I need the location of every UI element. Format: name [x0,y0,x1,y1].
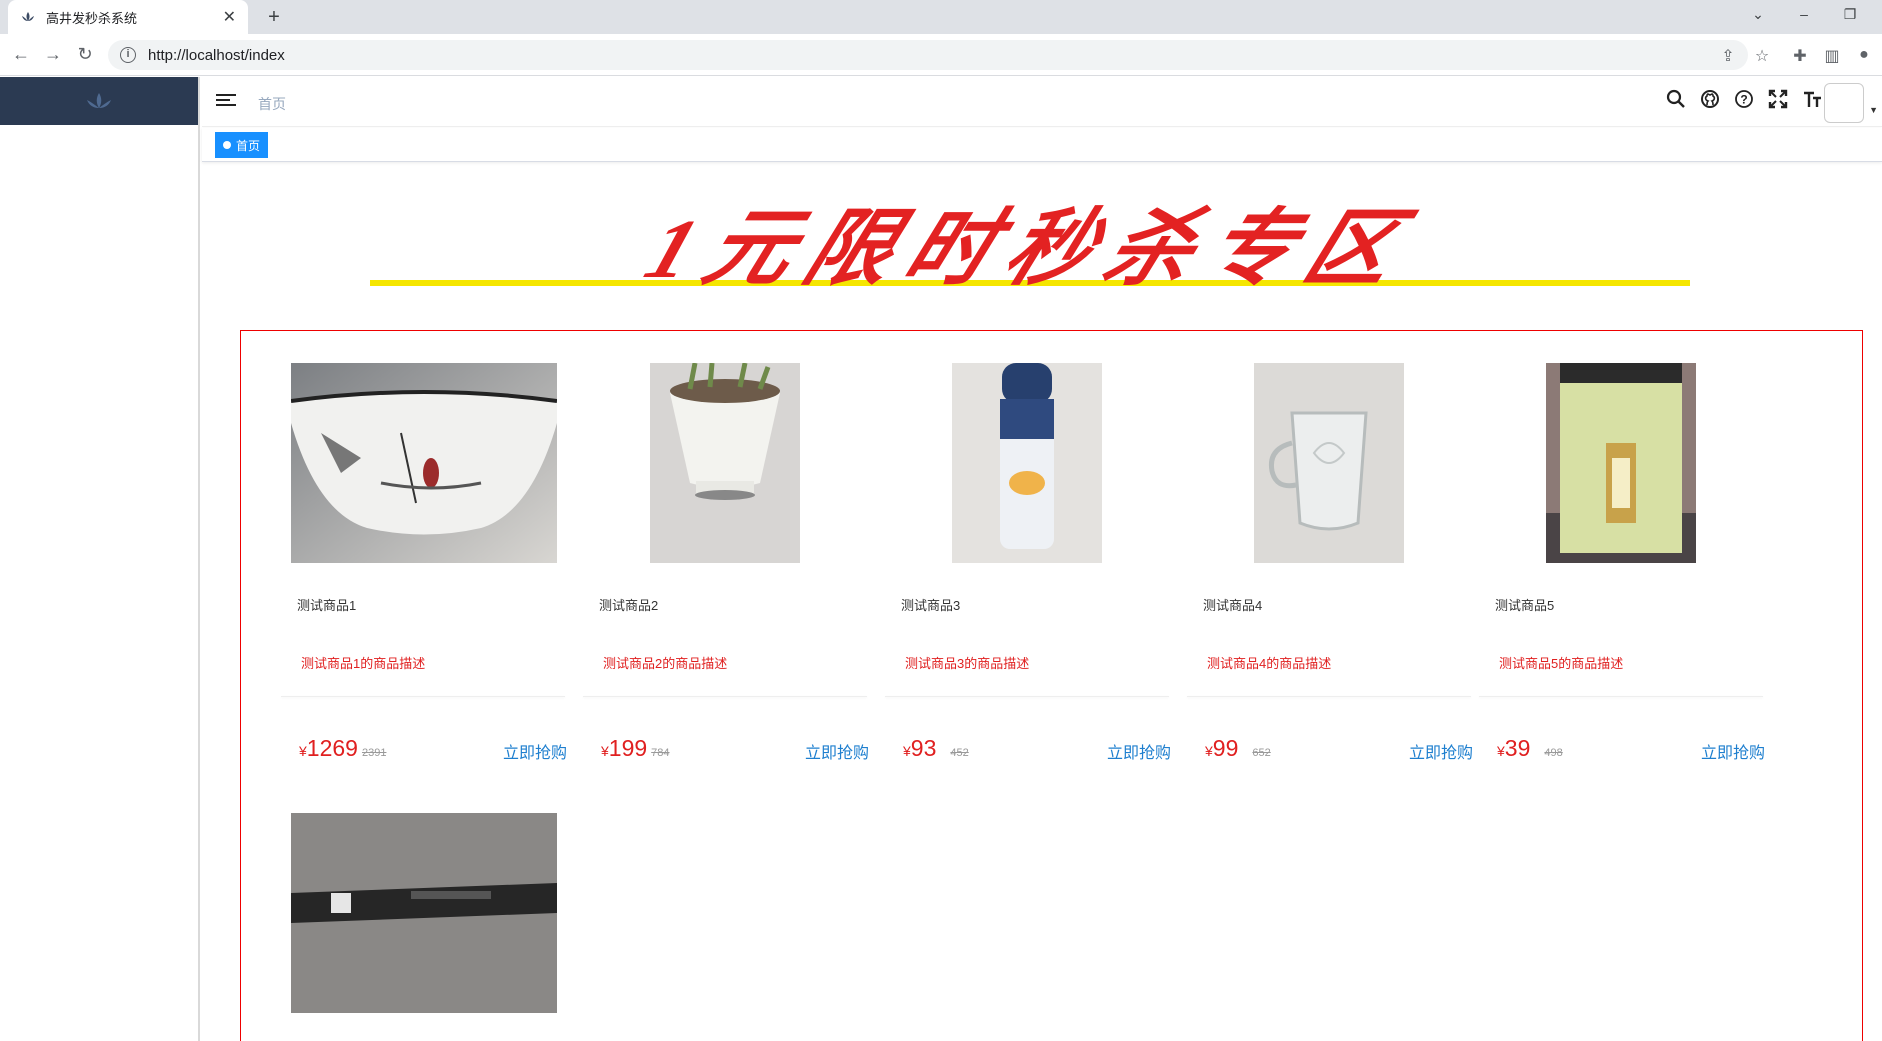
browser-address-bar: ← → ↻ i http://localhost/index ⇪ ☆ ✚ ▥ ● [0,34,1882,76]
extensions-icon[interactable]: ✚ [1790,46,1810,66]
product-name: 测试商品2 [599,598,659,613]
product-description: 测试商品5的商品描述 [1499,656,1624,671]
sidebar [0,77,200,1041]
question-icon[interactable]: ? [1734,89,1754,113]
avatar[interactable] [1824,83,1864,123]
buy-now-button[interactable]: 立即抢购 [1409,739,1473,763]
product-name: 测试商品5 [1495,598,1555,613]
flash-sale-banner: 1元限时秒杀专区 [360,200,1700,300]
sale-price: 39 [1504,735,1531,761]
product-description: 测试商品4的商品描述 [1207,656,1332,671]
product-image[interactable] [290,363,558,563]
svg-text:?: ? [1740,93,1747,107]
product-description: 测试商品2的商品描述 [603,656,728,671]
product-price: ¥199 784 [601,735,670,762]
fullscreen-icon[interactable] [1768,89,1788,113]
caret-down-icon[interactable]: ▼ [1869,105,1878,115]
original-price: 2391 [361,747,387,759]
url-text: http://localhost/index [148,46,285,64]
share-icon[interactable]: ⇪ [1718,46,1738,66]
reload-icon[interactable]: ↻ [74,44,96,65]
card-divider [281,696,565,697]
original-price: 498 [1544,747,1563,759]
top-navbar: 首页 ? ▼ [202,77,1882,127]
restore-icon[interactable]: ❐ [1840,6,1860,23]
navbar-icons: ? [1666,89,1822,113]
product-image[interactable] [1546,363,1696,563]
site-info-icon[interactable]: i [120,47,136,63]
buy-now-button[interactable]: 立即抢购 [503,739,567,763]
tag-label: 首页 [236,138,261,153]
browser-tab-bar: 高井发秒杀系统 ✕ + ⌄ – ❐ [0,0,1882,34]
product-name: 测试商品1 [297,598,357,613]
minimize-icon[interactable]: – [1794,6,1814,22]
card-divider [1187,696,1471,697]
card-divider [1479,696,1763,697]
product-name: 测试商品3 [901,598,961,613]
forward-arrow-icon[interactable]: → [42,44,64,65]
currency-symbol: ¥ [903,743,911,759]
product-image[interactable] [650,362,800,563]
product-price: ¥93 452 [903,735,969,762]
buy-now-button[interactable]: 立即抢购 [805,739,869,763]
currency-symbol: ¥ [601,743,609,759]
banner-title: 1元限时秒杀专区 [634,203,1427,296]
tag-dot-icon [223,141,231,149]
product-price: ¥1269 2391 [299,735,386,762]
side-panel-icon[interactable]: ▥ [1822,46,1842,66]
currency-symbol: ¥ [1497,743,1505,759]
product-image[interactable] [1254,363,1404,563]
product-price: ¥99 652 [1205,735,1271,762]
tab-search-icon[interactable]: ⌄ [1748,6,1768,23]
new-tab-icon[interactable]: + [262,6,286,28]
close-tab-icon[interactable]: ✕ [223,7,236,27]
sale-price: 99 [1212,735,1239,761]
currency-symbol: ¥ [1205,743,1213,759]
card-divider [885,696,1169,697]
lotus-favicon-icon [20,9,36,25]
product-list: 测试商品1 测试商品1的商品描述 ¥1269 2391 立即抢购 测试商品2 测试… [240,330,1863,1041]
product-name: 测试商品4 [1203,598,1263,613]
original-price: 784 [651,747,670,759]
buy-now-button[interactable]: 立即抢购 [1107,739,1171,763]
buy-now-button[interactable]: 立即抢购 [1701,739,1765,763]
hamburger-menu-icon[interactable] [216,91,236,111]
url-input[interactable]: i http://localhost/index [108,40,1748,70]
bookmark-star-icon[interactable]: ☆ [1752,46,1772,66]
font-size-icon[interactable] [1802,89,1822,113]
github-icon[interactable] [1700,89,1720,113]
sale-price: 93 [910,735,937,761]
sale-price: 1269 [306,735,358,761]
card-divider [583,696,867,697]
back-arrow-icon[interactable]: ← [10,44,32,65]
browser-tab-title: 高井发秒杀系统 [46,10,138,26]
product-description: 测试商品1的商品描述 [301,656,426,671]
browser-tab[interactable]: 高井发秒杀系统 ✕ [8,0,248,34]
search-icon[interactable] [1666,89,1686,113]
product-image[interactable] [952,363,1102,563]
product-price: ¥39 498 [1497,735,1563,762]
lotus-logo-icon [87,93,111,108]
original-price: 452 [950,747,969,759]
sale-price: 199 [608,735,648,761]
tags-view: 首页 [202,128,1882,162]
breadcrumb: 首页 [258,96,286,112]
tag-home[interactable]: 首页 [215,132,269,158]
currency-symbol: ¥ [299,743,307,759]
product-description: 测试商品3的商品描述 [905,656,1030,671]
profile-icon[interactable]: ● [1854,46,1874,64]
original-price: 652 [1252,747,1271,759]
product-image[interactable] [291,813,557,1013]
sidebar-logo[interactable] [0,77,198,125]
